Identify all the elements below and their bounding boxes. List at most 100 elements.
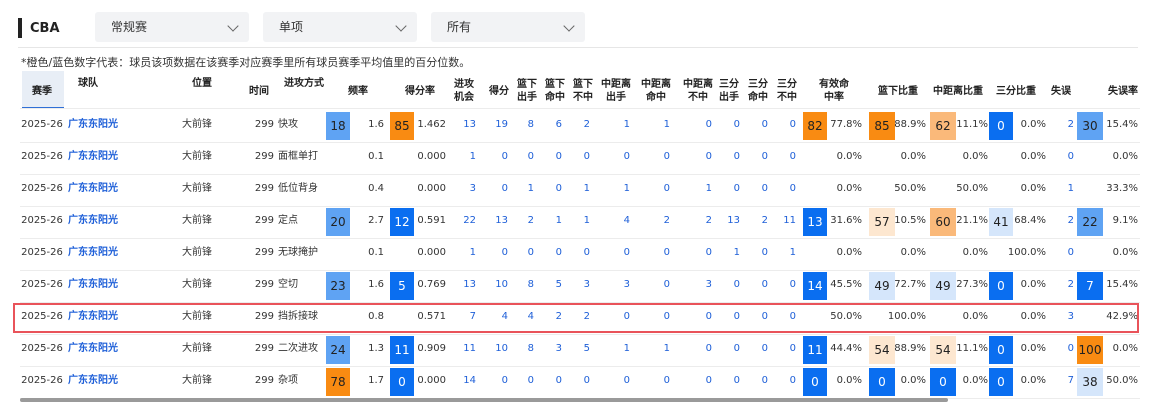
points-cell[interactable]: 0 <box>484 181 508 197</box>
turnovers-cell[interactable]: 0 <box>1050 341 1074 357</box>
mid-made-cell[interactable]: 0 <box>646 181 670 197</box>
points-cell[interactable]: 19 <box>484 117 508 133</box>
mid-made-cell[interactable]: 1 <box>646 341 670 357</box>
mid-att-cell[interactable]: 0 <box>606 245 630 261</box>
possessions-cell[interactable]: 1 <box>454 149 476 165</box>
three-made-cell[interactable]: 0 <box>744 149 768 165</box>
column-header-3[interactable]: 时间 <box>244 77 274 105</box>
rim-made-cell[interactable]: 0 <box>538 181 562 197</box>
mid-att-cell[interactable]: 3 <box>606 277 630 293</box>
possessions-cell[interactable]: 22 <box>454 213 476 229</box>
three-miss-cell[interactable]: 0 <box>772 277 796 293</box>
possessions-cell[interactable]: 13 <box>454 277 476 293</box>
points-cell[interactable]: 10 <box>484 341 508 357</box>
three-made-cell[interactable]: 0 <box>744 373 768 389</box>
rim-made-cell[interactable]: 0 <box>538 245 562 261</box>
column-header-17[interactable]: 三分 不中 <box>772 77 802 105</box>
team-link[interactable]: 广东东阳光 <box>68 117 128 133</box>
three-miss-cell[interactable]: 0 <box>772 341 796 357</box>
column-header-5[interactable]: 频率 <box>338 77 378 105</box>
three-att-cell[interactable]: 0 <box>716 181 740 197</box>
mid-made-cell[interactable]: 2 <box>646 213 670 229</box>
three-made-cell[interactable]: 2 <box>744 213 768 229</box>
column-header-2[interactable]: 位置 <box>182 77 222 105</box>
team-link[interactable]: 广东东阳光 <box>68 213 128 229</box>
possessions-cell[interactable]: 1 <box>454 245 476 261</box>
three-made-cell[interactable]: 0 <box>744 181 768 197</box>
turnovers-cell[interactable]: 0 <box>1050 245 1074 261</box>
possessions-cell[interactable]: 3 <box>454 181 476 197</box>
mid-miss-cell[interactable]: 0 <box>688 149 712 165</box>
rim-miss-cell[interactable]: 3 <box>566 277 590 293</box>
team-link[interactable]: 广东东阳光 <box>68 149 128 165</box>
points-cell[interactable]: 0 <box>484 373 508 389</box>
three-made-cell[interactable]: 0 <box>744 117 768 133</box>
possessions-cell[interactable]: 14 <box>454 373 476 389</box>
rim-miss-cell[interactable]: 0 <box>566 373 590 389</box>
mid-att-cell[interactable]: 1 <box>606 341 630 357</box>
mid-att-cell[interactable]: 0 <box>606 149 630 165</box>
three-miss-cell[interactable]: 11 <box>772 213 796 229</box>
three-att-cell[interactable]: 0 <box>716 341 740 357</box>
mid-miss-cell[interactable]: 3 <box>688 277 712 293</box>
column-header-0[interactable]: 赛季 <box>20 77 64 105</box>
points-cell[interactable]: 13 <box>484 213 508 229</box>
three-att-cell[interactable]: 0 <box>716 149 740 165</box>
column-header-15[interactable]: 三分 出手 <box>714 77 744 105</box>
mid-made-cell[interactable]: 0 <box>646 245 670 261</box>
mid-miss-cell[interactable]: 0 <box>688 341 712 357</box>
column-header-1[interactable]: 球队 <box>68 77 108 105</box>
mid-miss-cell[interactable]: 2 <box>688 213 712 229</box>
column-header-9[interactable]: 篮下 出手 <box>512 77 542 105</box>
rim-att-cell[interactable]: 8 <box>510 117 534 133</box>
rim-made-cell[interactable]: 1 <box>538 213 562 229</box>
three-made-cell[interactable]: 0 <box>744 245 768 261</box>
mid-att-cell[interactable]: 1 <box>606 117 630 133</box>
mid-made-cell[interactable]: 0 <box>646 373 670 389</box>
rim-miss-cell[interactable]: 0 <box>566 245 590 261</box>
mid-att-cell[interactable]: 0 <box>606 373 630 389</box>
three-miss-cell[interactable]: 1 <box>772 245 796 261</box>
rim-miss-cell[interactable]: 5 <box>566 341 590 357</box>
horizontal-scrollbar[interactable] <box>20 398 948 402</box>
column-header-11[interactable]: 篮下 不中 <box>568 77 598 105</box>
mid-made-cell[interactable]: 1 <box>646 117 670 133</box>
three-miss-cell[interactable]: 0 <box>772 181 796 197</box>
mid-att-cell[interactable]: 4 <box>606 213 630 229</box>
three-made-cell[interactable]: 0 <box>744 277 768 293</box>
team-link[interactable]: 广东东阳光 <box>68 341 128 357</box>
stat-type-dropdown[interactable]: 单项 <box>263 12 417 42</box>
team-link[interactable]: 广东东阳光 <box>68 277 128 293</box>
team-link[interactable]: 广东东阳光 <box>68 181 128 197</box>
column-header-19[interactable]: 篮下比重 <box>866 77 930 105</box>
turnovers-cell[interactable]: 1 <box>1050 181 1074 197</box>
rim-att-cell[interactable]: 1 <box>510 181 534 197</box>
column-header-18[interactable]: 有效命 中率 <box>802 77 866 105</box>
points-cell[interactable]: 10 <box>484 277 508 293</box>
mid-miss-cell[interactable]: 0 <box>688 245 712 261</box>
turnovers-cell[interactable]: 2 <box>1050 117 1074 133</box>
column-header-16[interactable]: 三分 命中 <box>743 77 773 105</box>
rim-att-cell[interactable]: 2 <box>510 213 534 229</box>
mid-miss-cell[interactable]: 1 <box>688 181 712 197</box>
turnovers-cell[interactable]: 2 <box>1050 213 1074 229</box>
points-cell[interactable]: 0 <box>484 149 508 165</box>
turnovers-cell[interactable]: 0 <box>1050 149 1074 165</box>
three-att-cell[interactable]: 0 <box>716 117 740 133</box>
column-header-6[interactable]: 得分率 <box>394 77 446 105</box>
rim-made-cell[interactable]: 0 <box>538 149 562 165</box>
column-header-14[interactable]: 中距离 不中 <box>678 77 718 105</box>
mid-att-cell[interactable]: 1 <box>606 181 630 197</box>
three-miss-cell[interactable]: 0 <box>772 149 796 165</box>
possessions-cell[interactable]: 13 <box>454 117 476 133</box>
three-miss-cell[interactable]: 0 <box>772 373 796 389</box>
column-header-4[interactable]: 进攻方式 <box>276 77 332 105</box>
turnovers-cell[interactable]: 2 <box>1050 277 1074 293</box>
column-header-22[interactable]: 失误 <box>1044 77 1078 105</box>
rim-made-cell[interactable]: 6 <box>538 117 562 133</box>
column-header-23[interactable]: 失误率 <box>1098 77 1148 105</box>
rim-made-cell[interactable]: 5 <box>538 277 562 293</box>
column-header-10[interactable]: 篮下 命中 <box>540 77 570 105</box>
season-type-dropdown[interactable]: 常规赛 <box>95 12 249 42</box>
team-link[interactable]: 广东东阳光 <box>68 245 128 261</box>
